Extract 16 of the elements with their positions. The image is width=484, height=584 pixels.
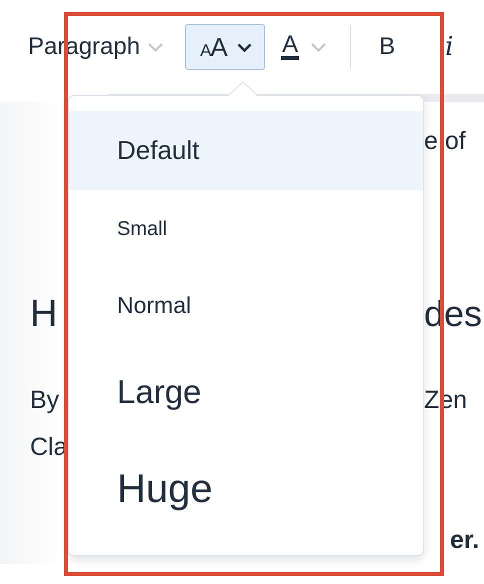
chevron-down-icon <box>148 42 164 52</box>
font-size-button[interactable]: AA <box>185 24 266 70</box>
menu-item[interactable]: Default <box>69 111 423 190</box>
menu-item[interactable]: Normal <box>69 268 423 343</box>
chevron-down-icon <box>311 42 326 52</box>
menu-item[interactable]: Large <box>69 343 423 440</box>
text-fragment: er. <box>450 526 480 555</box>
menu-item[interactable]: Huge <box>69 440 423 538</box>
heading-fragment: H <box>29 292 58 336</box>
menu-item[interactable]: Small <box>69 190 423 268</box>
italic-button[interactable]: i <box>441 32 458 62</box>
bold-button[interactable]: B <box>373 33 402 61</box>
text-fragment: By <box>29 386 60 415</box>
chevron-down-icon <box>236 42 252 52</box>
text-color-button[interactable]: A <box>281 24 326 70</box>
text-fragment: e of <box>424 127 466 156</box>
